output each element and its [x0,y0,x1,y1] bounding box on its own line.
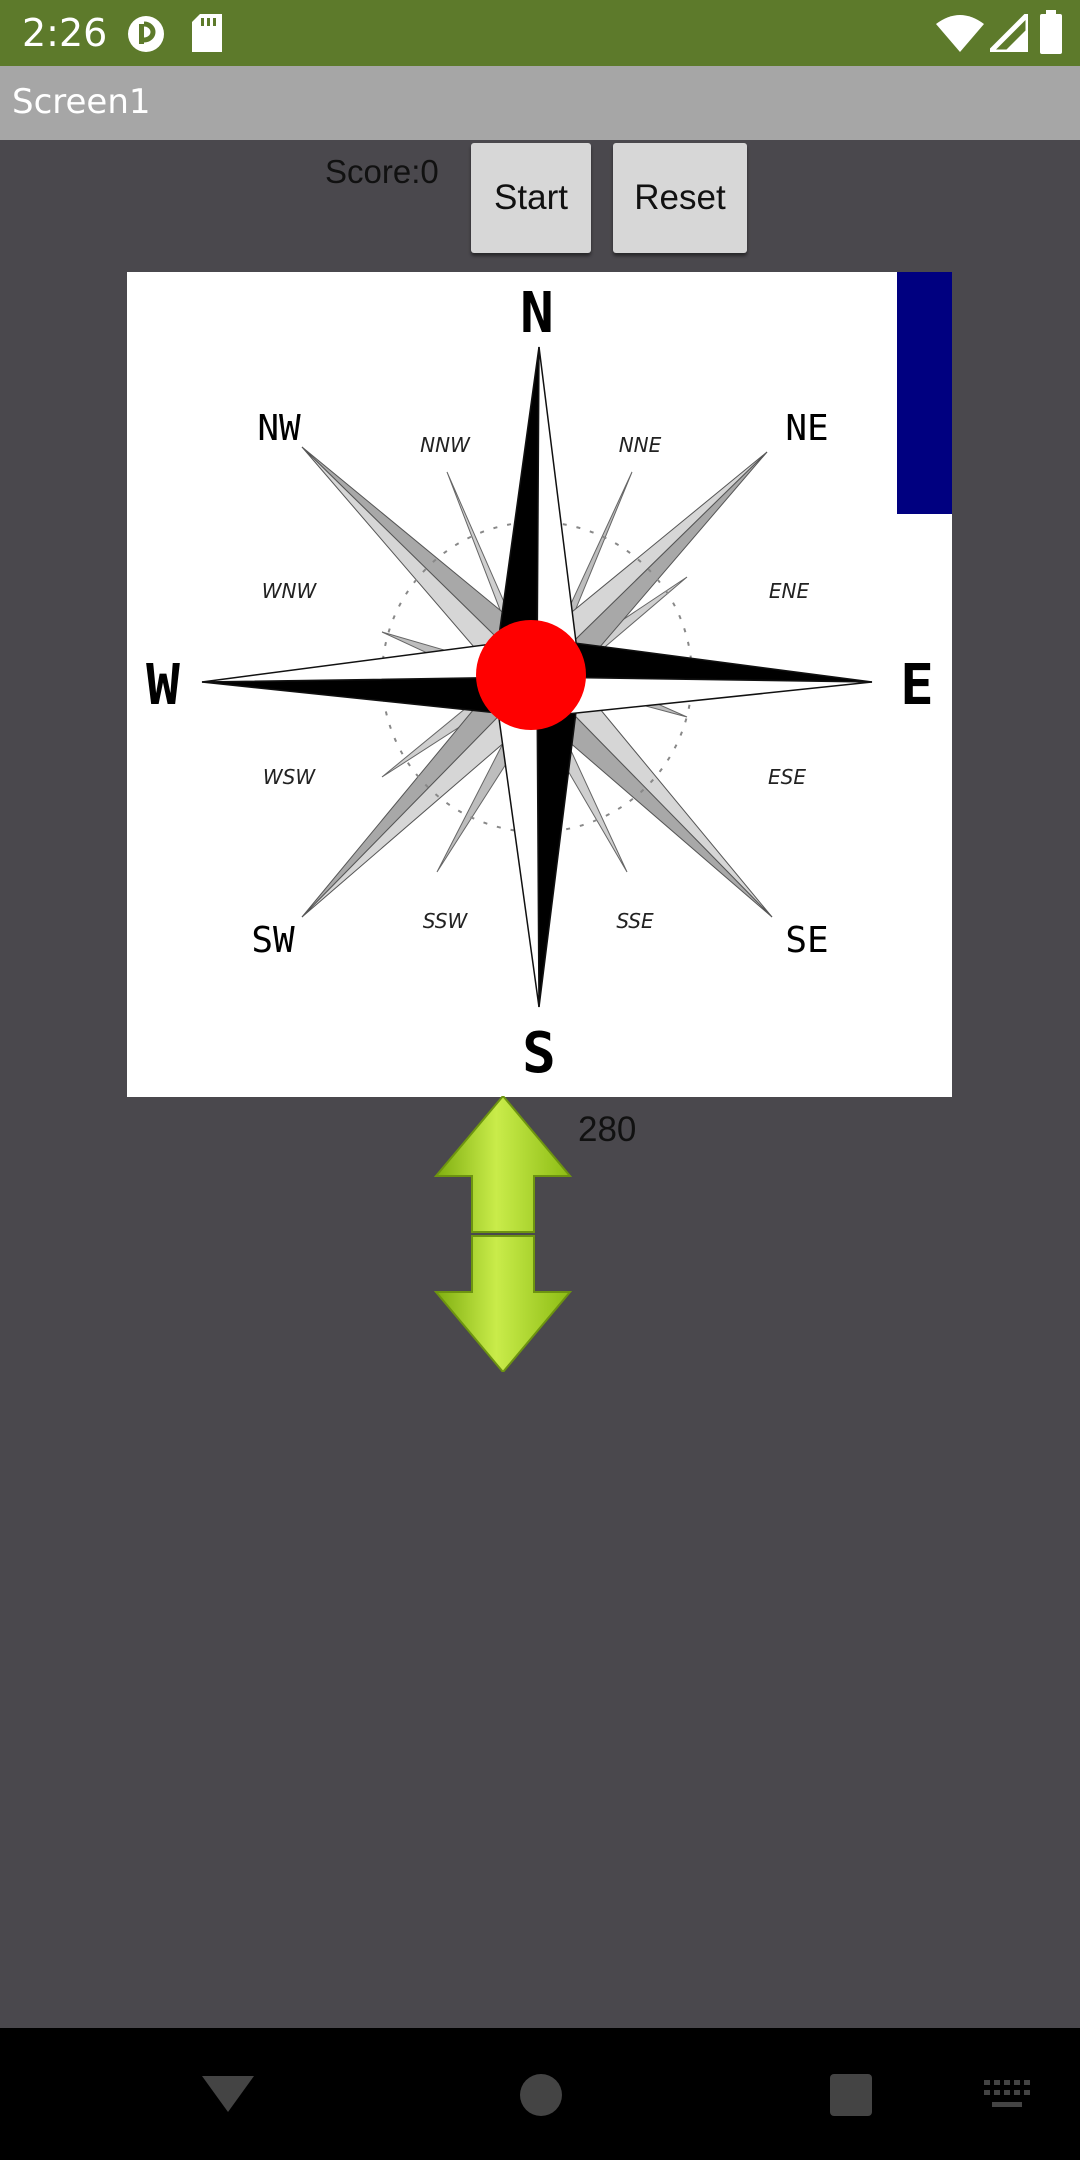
label-n: N [520,281,554,346]
label-w: W [146,653,180,718]
label-ese: ESE [768,765,806,789]
label-wnw: WNW [262,579,318,603]
reset-button[interactable]: Reset [613,143,747,253]
app-screen: 2:26 Screen1 Score:0 Start Reset N S E W… [0,0,1080,2160]
status-time: 2:26 [22,11,108,55]
keyboard-icon[interactable] [982,2078,1032,2112]
score-label: Score:0 [325,153,439,190]
label-sse: SSE [616,909,654,933]
angle-value-label: 280 [578,1110,637,1149]
label-s: S [522,1021,556,1086]
game-canvas[interactable]: N S E W NE NW SE SW NNE NNW ENE WNW ESE … [127,272,952,1097]
recents-icon[interactable] [828,2072,874,2118]
status-bar: 2:26 [0,0,1080,66]
label-sw: SW [251,920,295,961]
label-ene: ENE [769,579,810,603]
label-ssw: SSW [423,909,469,933]
label-se: SE [785,920,828,961]
start-button[interactable]: Start [471,143,591,253]
back-icon[interactable] [198,2072,258,2116]
label-nnw: NNW [420,433,471,457]
wifi-icon [936,15,984,52]
label-e: E [900,653,934,718]
sd-card-icon [192,14,222,52]
label-ne: NE [785,408,828,449]
notification-icon [128,16,164,52]
cell-signal-icon [990,14,1028,52]
label-nne: NNE [619,433,662,457]
screen-title: Screen1 [12,82,151,122]
up-down-arrow-icon[interactable] [430,1096,576,1372]
home-icon[interactable] [518,2072,564,2118]
navigation-bar [0,2028,1080,2160]
battery-icon [1040,10,1062,54]
blue-target-bar [897,272,952,514]
red-ball[interactable] [476,620,586,730]
title-bar: Screen1 [0,66,1080,140]
label-nw: NW [257,408,301,449]
label-wsw: WSW [263,765,316,789]
